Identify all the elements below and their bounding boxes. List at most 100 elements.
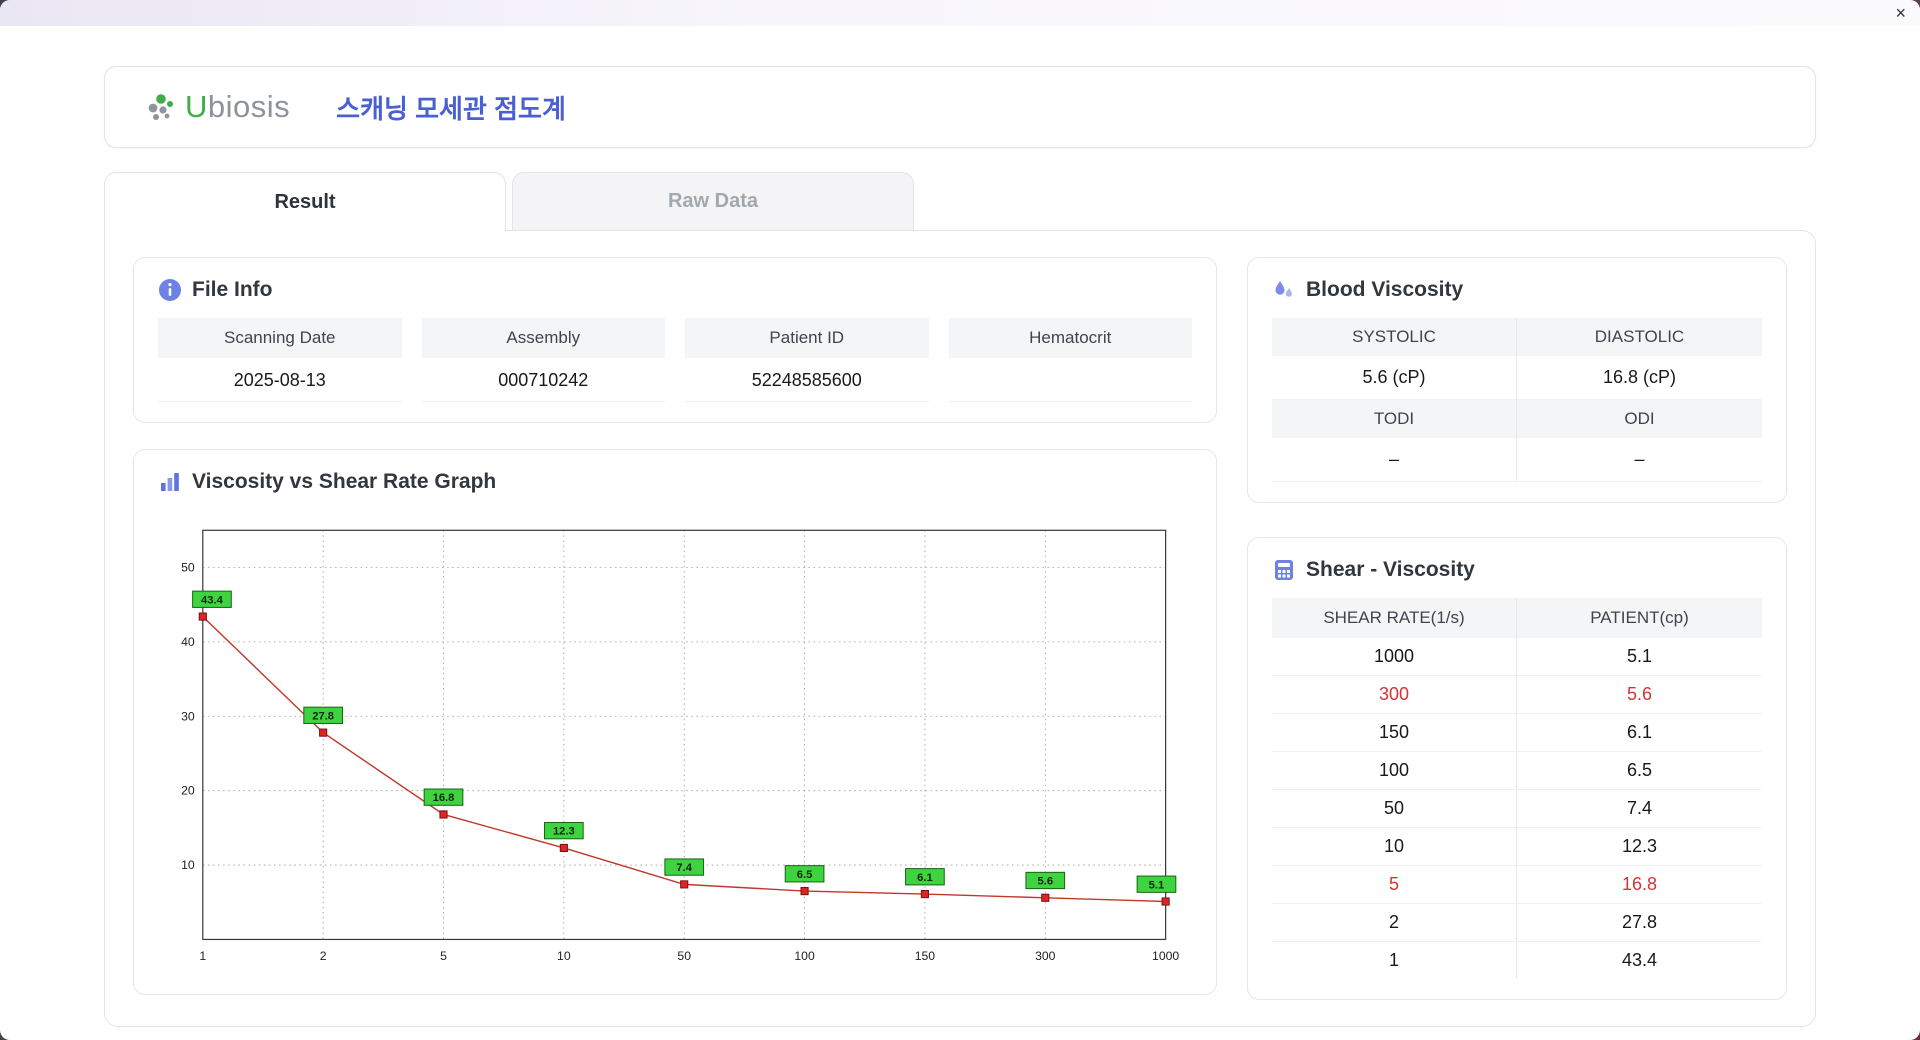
file-info-field-value: 000710242 (421, 358, 665, 402)
viscosity-shear-chart: 10 20 30 40 50 1 2 5 10 50 100 150 300 1000 43.4 27.8 16… (181, 529, 1179, 963)
file-info-column: Assembly 000710242 (421, 318, 665, 402)
shear-rate-cell: 5 (1272, 866, 1517, 903)
file-info-field-label: Assembly (421, 318, 665, 358)
svg-text:40: 40 (181, 635, 195, 649)
patient-viscosity-cell: 7.4 (1626, 798, 1653, 818)
calculator-icon (1272, 558, 1296, 582)
svg-text:1: 1 (199, 949, 206, 963)
shear-rate-cell: 150 (1272, 714, 1517, 751)
svg-text:12.3: 12.3 (553, 826, 575, 838)
svg-text:300: 300 (1035, 949, 1056, 963)
file-info-field-value (948, 358, 1192, 402)
table-row: 150 6.1 (1272, 714, 1762, 752)
table-row: 10 12.3 (1272, 828, 1762, 866)
patient-viscosity-cell: 5.1 (1626, 646, 1653, 666)
svg-text:5.1: 5.1 (1149, 879, 1165, 891)
tab-result[interactable]: Result (104, 172, 506, 231)
blood-viscosity-title: Blood Viscosity (1306, 278, 1464, 301)
shear-rate-cell: 2 (1272, 904, 1517, 941)
blood-viscosity-header-cell: TODI (1272, 400, 1517, 438)
graph-title: Viscosity vs Shear Rate Graph (192, 470, 497, 493)
page-title: 스캐닝 모세관 점도계 (336, 93, 566, 124)
blood-viscosity-card: Blood Viscosity SYSTOLIC DIASTOLIC 5.6 (cP… (1247, 257, 1787, 503)
svg-text:27.8: 27.8 (312, 710, 334, 722)
file-info-title-row: File Info (158, 278, 1192, 302)
shear-rate-cell: 1000 (1272, 638, 1517, 675)
svg-text:1000: 1000 (1152, 949, 1179, 963)
shear-viscosity-title: Shear - Viscosity (1306, 558, 1475, 581)
file-info-column: Scanning Date 2025-08-13 (158, 318, 402, 402)
file-info-field-value: 52248585600 (685, 358, 929, 402)
right-column: Blood Viscosity SYSTOLIC DIASTOLIC 5.6 (cP… (1247, 257, 1787, 1000)
patient-viscosity-cell: 27.8 (1621, 912, 1658, 932)
table-row: 2 27.8 (1272, 904, 1762, 942)
main-container: Ubiosis 스캐닝 모세관 점도계 Result Raw Data File… (0, 26, 1920, 1027)
blood-viscosity-header-row: SYSTOLIC DIASTOLIC (1272, 318, 1762, 356)
tab-raw-data[interactable]: Raw Data (512, 172, 914, 230)
blood-viscosity-title-row: Blood Viscosity (1272, 278, 1762, 302)
brand-logo: Ubiosis (145, 89, 290, 125)
blood-viscosity-header-cell: DIASTOLIC (1517, 318, 1762, 356)
shear-rate-cell: 50 (1272, 790, 1517, 827)
blood-viscosity-table: SYSTOLIC DIASTOLIC 5.6 (cP) 16.8 (cP) TODI OD… (1272, 318, 1762, 482)
table-row: 1 43.4 (1272, 942, 1762, 979)
blood-viscosity-value-cell: – (1272, 438, 1517, 482)
svg-text:2: 2 (320, 949, 327, 963)
svg-text:100: 100 (794, 949, 815, 963)
info-icon (158, 278, 182, 302)
shear-rate-cell: 10 (1272, 828, 1517, 865)
patient-viscosity-cell: 5.6 (1626, 684, 1653, 704)
blood-viscosity-header-cell: ODI (1517, 400, 1762, 438)
svg-text:6.5: 6.5 (797, 869, 813, 881)
app-window: × Ubiosis 스캐닝 모세관 점도계 Result Raw Data Fi… (0, 0, 1920, 1040)
blood-viscosity-value-row: – – (1272, 438, 1762, 482)
shear-table-header-cell: PATIENT(cp) (1517, 598, 1762, 638)
blood-viscosity-header-row: TODI ODI (1272, 400, 1762, 438)
blood-viscosity-value-cell: 5.6 (cP) (1272, 356, 1517, 400)
svg-text:10: 10 (557, 949, 571, 963)
svg-text:50: 50 (677, 949, 691, 963)
graph-title-row: Viscosity vs Shear Rate Graph (158, 470, 1192, 494)
ubiosis-logo-icon (145, 90, 179, 124)
header-card: Ubiosis 스캐닝 모세관 점도계 (104, 66, 1816, 148)
shear-rate-cell: 300 (1272, 676, 1517, 713)
blood-viscosity-value-cell: – (1517, 438, 1762, 482)
table-row: 300 5.6 (1272, 676, 1762, 714)
shear-table-header-row: SHEAR RATE(1/s) PATIENT(cp) (1272, 598, 1762, 638)
svg-text:6.1: 6.1 (917, 872, 933, 884)
svg-text:150: 150 (915, 949, 936, 963)
result-panel: File Info Scanning Date 2025-08-13 Assembl… (104, 230, 1816, 1027)
svg-text:16.8: 16.8 (433, 792, 455, 804)
patient-viscosity-cell: 12.3 (1621, 836, 1658, 856)
table-row: 50 7.4 (1272, 790, 1762, 828)
bar-chart-icon (158, 470, 182, 494)
shear-rate-cell: 100 (1272, 752, 1517, 789)
file-info-column: Hematocrit (948, 318, 1192, 402)
shear-rate-cell: 1 (1272, 942, 1517, 979)
droplets-icon (1272, 278, 1296, 302)
tab-bar: Result Raw Data (104, 172, 1816, 231)
patient-viscosity-cell: 16.8 (1621, 874, 1658, 894)
svg-text:5: 5 (440, 949, 447, 963)
svg-text:43.4: 43.4 (201, 594, 224, 606)
patient-viscosity-cell: 6.5 (1626, 760, 1653, 780)
table-row: 1000 5.1 (1272, 638, 1762, 676)
close-icon[interactable]: × (1895, 4, 1906, 22)
file-info-column: Patient ID 52248585600 (685, 318, 929, 402)
file-info-field-label: Hematocrit (948, 318, 1192, 358)
blood-viscosity-header-cell: SYSTOLIC (1272, 318, 1517, 356)
shear-viscosity-body: 1000 5.1 300 5.6 150 6.1 100 6.5 50 7.4 10 12.3 5 16.… (1272, 638, 1762, 979)
blood-viscosity-value-row: 5.6 (cP) 16.8 (cP) (1272, 356, 1762, 400)
file-info-field-label: Patient ID (685, 318, 929, 358)
svg-text:5.6: 5.6 (1037, 876, 1053, 888)
file-info-field-value: 2025-08-13 (158, 358, 402, 402)
left-column: File Info Scanning Date 2025-08-13 Assembl… (133, 257, 1217, 1000)
file-info-grid: Scanning Date 2025-08-13 Assembly 000710242… (158, 318, 1192, 402)
patient-viscosity-cell: 43.4 (1621, 950, 1658, 970)
svg-text:10: 10 (181, 858, 195, 872)
shear-viscosity-card: Shear - Viscosity SHEAR RATE(1/s) PATIENT… (1247, 537, 1787, 1000)
file-info-field-label: Scanning Date (158, 318, 402, 358)
window-titlebar: × (0, 0, 1920, 26)
file-info-title: File Info (192, 278, 273, 301)
patient-viscosity-cell: 6.1 (1626, 722, 1653, 742)
